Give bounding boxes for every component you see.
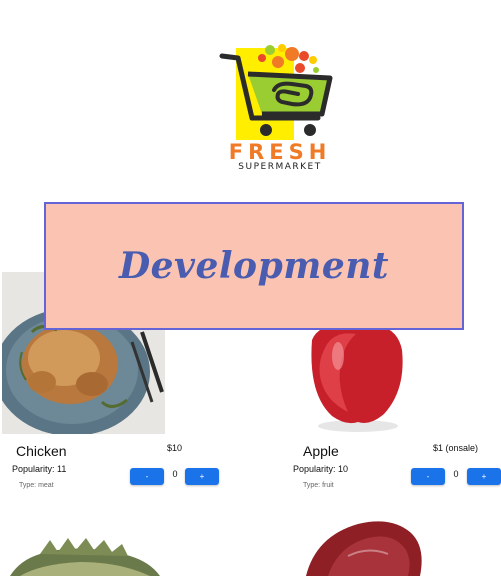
product-name: Apple: [303, 443, 339, 459]
product-popularity: Popularity: 10: [293, 464, 349, 474]
steak-image: [298, 516, 428, 576]
shopping-cart-icon: [219, 44, 333, 140]
quantity-value: 0: [453, 469, 459, 479]
brand-wordmark: FRESH: [228, 140, 332, 164]
decrement-button[interactable]: -: [411, 468, 445, 485]
decrement-button[interactable]: -: [130, 468, 164, 485]
quantity-value: 0: [172, 469, 178, 479]
product-name: Chicken: [16, 443, 67, 459]
environment-label: Development: [118, 245, 390, 287]
increment-button[interactable]: +: [467, 468, 501, 485]
product-type: Type: fruit: [303, 482, 334, 489]
brand-subtitle: SUPERMARKET: [238, 162, 322, 172]
product-price: $10: [167, 443, 183, 453]
fresh-supermarket-logo: FRESH SUPERMARKET: [218, 38, 342, 176]
apple-image: [280, 320, 430, 435]
product-type: Type: meat: [19, 482, 54, 489]
fish-image: [0, 530, 170, 576]
environment-banner: Development: [44, 202, 464, 330]
increment-button[interactable]: +: [185, 468, 219, 485]
product-popularity: Popularity: 11: [12, 464, 67, 474]
product-price: $1 (onsale): [433, 443, 479, 453]
